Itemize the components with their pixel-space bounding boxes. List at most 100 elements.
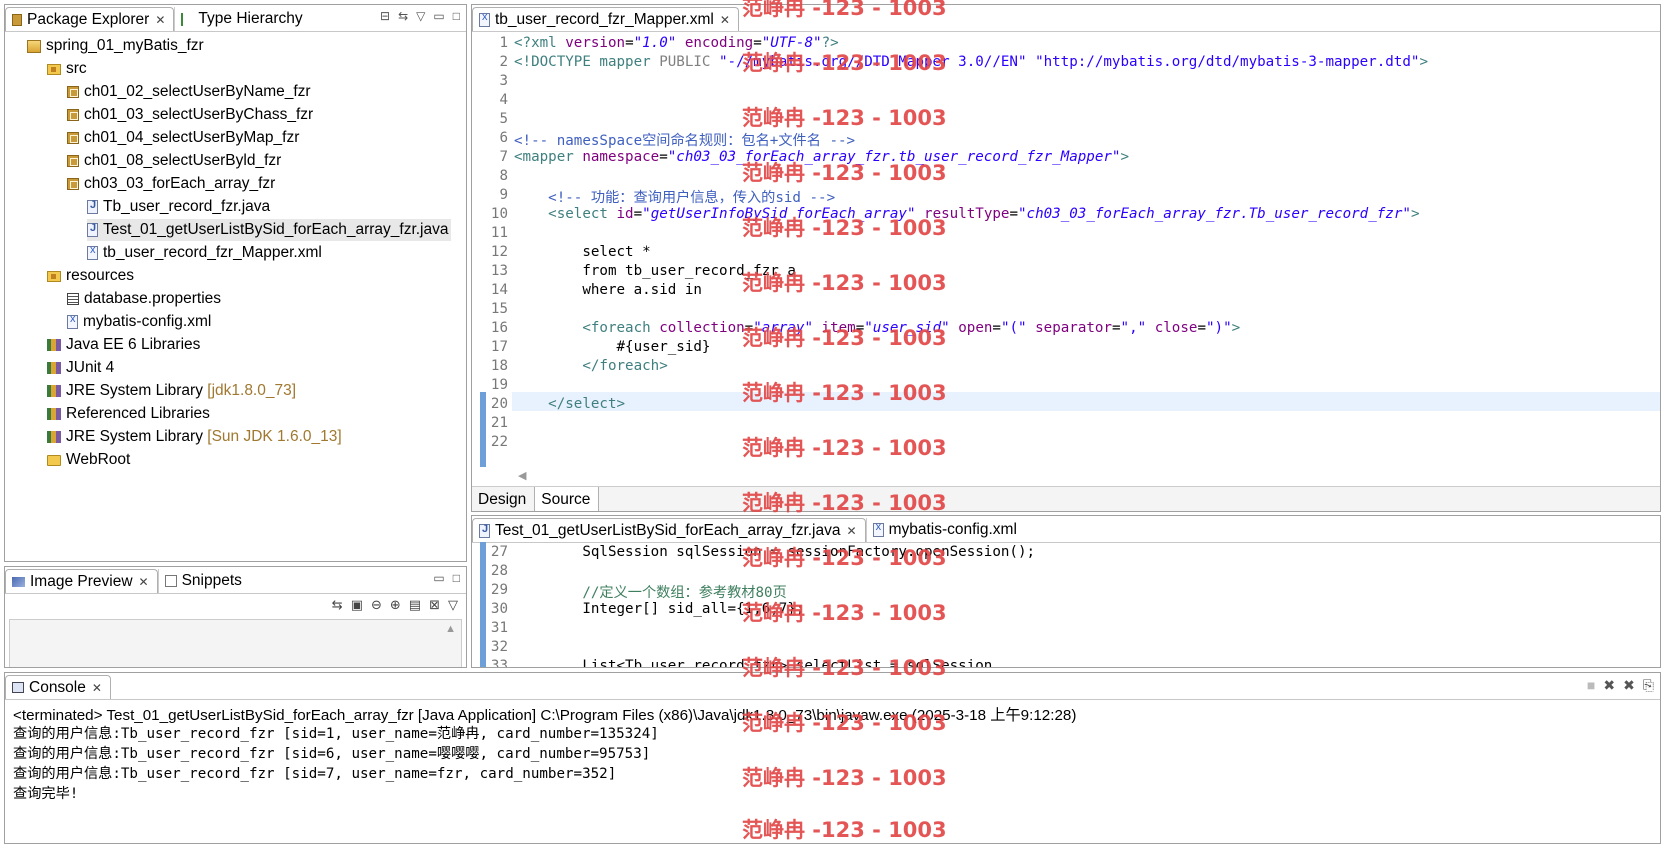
console-output-line: 查询完毕! <box>13 786 79 802</box>
tree-item-java-file-selected[interactable]: Test_01_getUserListBySid_forEach_array_f… <box>87 219 451 241</box>
tree-item-package[interactable]: ch01_04_selectUserByMap_fzr <box>67 127 299 149</box>
fit-window-icon[interactable]: ⊠ <box>429 597 440 613</box>
line-number: 19 <box>490 377 508 393</box>
tree-item-package[interactable]: ch03_03_forEach_array_fzr <box>67 173 275 195</box>
scroll-lock-icon[interactable]: ⎘ <box>1643 677 1654 694</box>
tab-label: Type Hierarchy <box>198 10 303 27</box>
tree-item-xml-file[interactable]: mybatis-config.xml <box>67 311 211 333</box>
close-icon[interactable]: ✕ <box>92 681 102 695</box>
maximize-icon[interactable]: □ <box>453 9 460 23</box>
tree-label: ch03_03_forEach_array_fzr <box>84 175 276 192</box>
view-menu-icon[interactable]: ▽ <box>416 9 425 23</box>
image-icon <box>12 576 25 587</box>
link-editor-icon[interactable]: ⇆ <box>398 9 408 23</box>
line-number: 15 <box>490 301 508 317</box>
tree-label: Referenced Libraries <box>66 405 210 422</box>
tab-snippets[interactable]: Snippets <box>157 569 250 593</box>
tree-decoration: [jdk1.8.0_73] <box>207 382 297 399</box>
code-line: <foreach collection="array" item="user_s… <box>582 320 1241 336</box>
tree-item-package[interactable]: ch01_02_selectUserByName_fzr <box>67 81 311 103</box>
close-icon[interactable]: ✕ <box>155 13 165 27</box>
tree-item-project[interactable]: spring_01_myBatis_fzr <box>27 35 204 57</box>
tree-item-xml-file[interactable]: tb_user_record_fzr_Mapper.xml <box>87 242 322 264</box>
close-icon[interactable]: ✕ <box>847 524 857 538</box>
java-code-area[interactable]: 27 28 29 30 31 32 33 SqlSession sqlSessi… <box>472 542 1660 667</box>
tree-label: src <box>66 60 87 77</box>
tree-item-properties-file[interactable]: database.properties <box>67 288 221 310</box>
tab-label: mybatis-config.xml <box>888 521 1017 538</box>
tab-label: Image Preview <box>30 572 133 590</box>
tab-test-java[interactable]: Test_01_getUserListBySid_forEach_array_f… <box>472 518 866 542</box>
line-number: 3 <box>499 73 508 89</box>
zoom-out-icon[interactable]: ⊖ <box>371 597 382 613</box>
tab-source[interactable]: Source <box>534 487 600 511</box>
line-number: 32 <box>490 639 508 655</box>
console-icon <box>12 682 24 693</box>
snippets-icon <box>164 575 177 587</box>
tab-image-preview[interactable]: Image Preview ✕ <box>5 569 158 593</box>
close-icon[interactable]: ✕ <box>139 575 149 589</box>
package-explorer-panel: Package Explorer ✕ Type Hierarchy ⊟ ⇆ ▽ … <box>4 4 467 562</box>
tree-item-package[interactable]: ch01_03_selectUserByChass_fzr <box>67 104 313 126</box>
fit-icon[interactable]: ▣ <box>351 597 363 613</box>
line-number: 5 <box>499 111 508 127</box>
collapse-all-icon[interactable]: ⊟ <box>380 9 390 23</box>
scroll-up-icon[interactable]: ▲ <box>445 623 456 635</box>
line-number: 4 <box>499 92 508 108</box>
code-line: //定义一个数组：参考教材80页 <box>514 585 787 601</box>
view-toolbar: ▭ □ <box>433 571 460 585</box>
terminate-icon[interactable]: ■ <box>1587 677 1595 694</box>
close-icon[interactable]: ✕ <box>720 13 730 27</box>
tree-item-library[interactable]: JRE System Library [Sun JDK 1.6.0_13] <box>47 426 342 448</box>
code-line: from tb_user_record_fzr a <box>514 263 796 279</box>
tree-item-library[interactable]: JUnit 4 <box>47 357 114 379</box>
folder-icon <box>47 454 61 466</box>
view-menu-icon[interactable]: ▽ <box>448 597 458 613</box>
line-number: 21 <box>490 415 508 431</box>
tree-item-java-file[interactable]: Tb_user_record_fzr.java <box>87 196 270 218</box>
link-icon[interactable]: ⇆ <box>332 597 343 613</box>
remove-launch-icon[interactable]: ✖ <box>1603 677 1615 694</box>
tree-decoration: [Sun JDK 1.6.0_13] <box>207 428 342 445</box>
tab-mybatis-config[interactable]: mybatis-config.xml <box>865 518 1025 542</box>
tree-item-library[interactable]: Java EE 6 Libraries <box>47 334 200 356</box>
code-line: <?xml version="1.0" encoding="UTF-8"?> <box>514 35 839 51</box>
line-number: 11 <box>490 225 508 241</box>
project-icon <box>27 39 41 53</box>
zoom-in-icon[interactable]: ⊕ <box>390 597 401 613</box>
tree-item-library[interactable]: Referenced Libraries <box>47 403 210 425</box>
xml-code-area[interactable]: 1 2 3 4 5 6 7 8 9 10 11 12 13 14 15 16 1… <box>472 31 1660 467</box>
tab-design[interactable]: Design <box>472 487 534 511</box>
tab-mapper-xml[interactable]: tb_user_record_fzr_Mapper.xml ✕ <box>472 7 739 31</box>
maximize-icon[interactable]: □ <box>453 571 460 585</box>
tree-label: tb_user_record_fzr_Mapper.xml <box>103 244 322 261</box>
line-number: 10 <box>490 206 508 222</box>
design-source-tabs: Design Source <box>472 486 1660 511</box>
line-number: 14 <box>490 282 508 298</box>
tree-item-resources[interactable]: resources <box>47 265 134 287</box>
minimize-icon[interactable]: ▭ <box>433 9 444 23</box>
library-icon <box>47 385 61 397</box>
code-line: <!-- 功能：查询用户信息，传入的sid --> <box>548 190 836 206</box>
tree-item-folder[interactable]: WebRoot <box>47 449 130 471</box>
image-preview-canvas <box>9 619 462 667</box>
tab-type-hierarchy[interactable]: Type Hierarchy <box>174 7 310 31</box>
tree-item-library[interactable]: JRE System Library [jdk1.8.0_73] <box>47 380 296 402</box>
tab-label: Snippets <box>181 572 242 589</box>
tab-label: Package Explorer <box>27 10 150 28</box>
tree-item-src[interactable]: src <box>47 58 87 80</box>
horizontal-scroll-left-icon[interactable]: ◀ <box>518 469 526 482</box>
code-line: <mapper namespace="ch03_03_forEach_array… <box>514 149 1130 165</box>
actual-size-icon[interactable]: ▤ <box>409 597 421 613</box>
tab-package-explorer[interactable]: Package Explorer ✕ <box>5 7 175 31</box>
remove-all-icon[interactable]: ✖ <box>1623 677 1635 694</box>
tree-item-package[interactable]: ch01_08_selectUserByld_fzr <box>67 150 281 172</box>
tree-label: mybatis-config.xml <box>83 313 212 330</box>
tab-console[interactable]: Console ✕ <box>5 675 111 699</box>
tree-label: ch01_04_selectUserByMap_fzr <box>84 129 300 146</box>
package-icon <box>67 132 79 144</box>
tree-label: database.properties <box>84 290 222 307</box>
minimize-icon[interactable]: ▭ <box>433 571 444 585</box>
package-explorer-icon <box>12 13 22 26</box>
library-icon <box>47 408 61 420</box>
